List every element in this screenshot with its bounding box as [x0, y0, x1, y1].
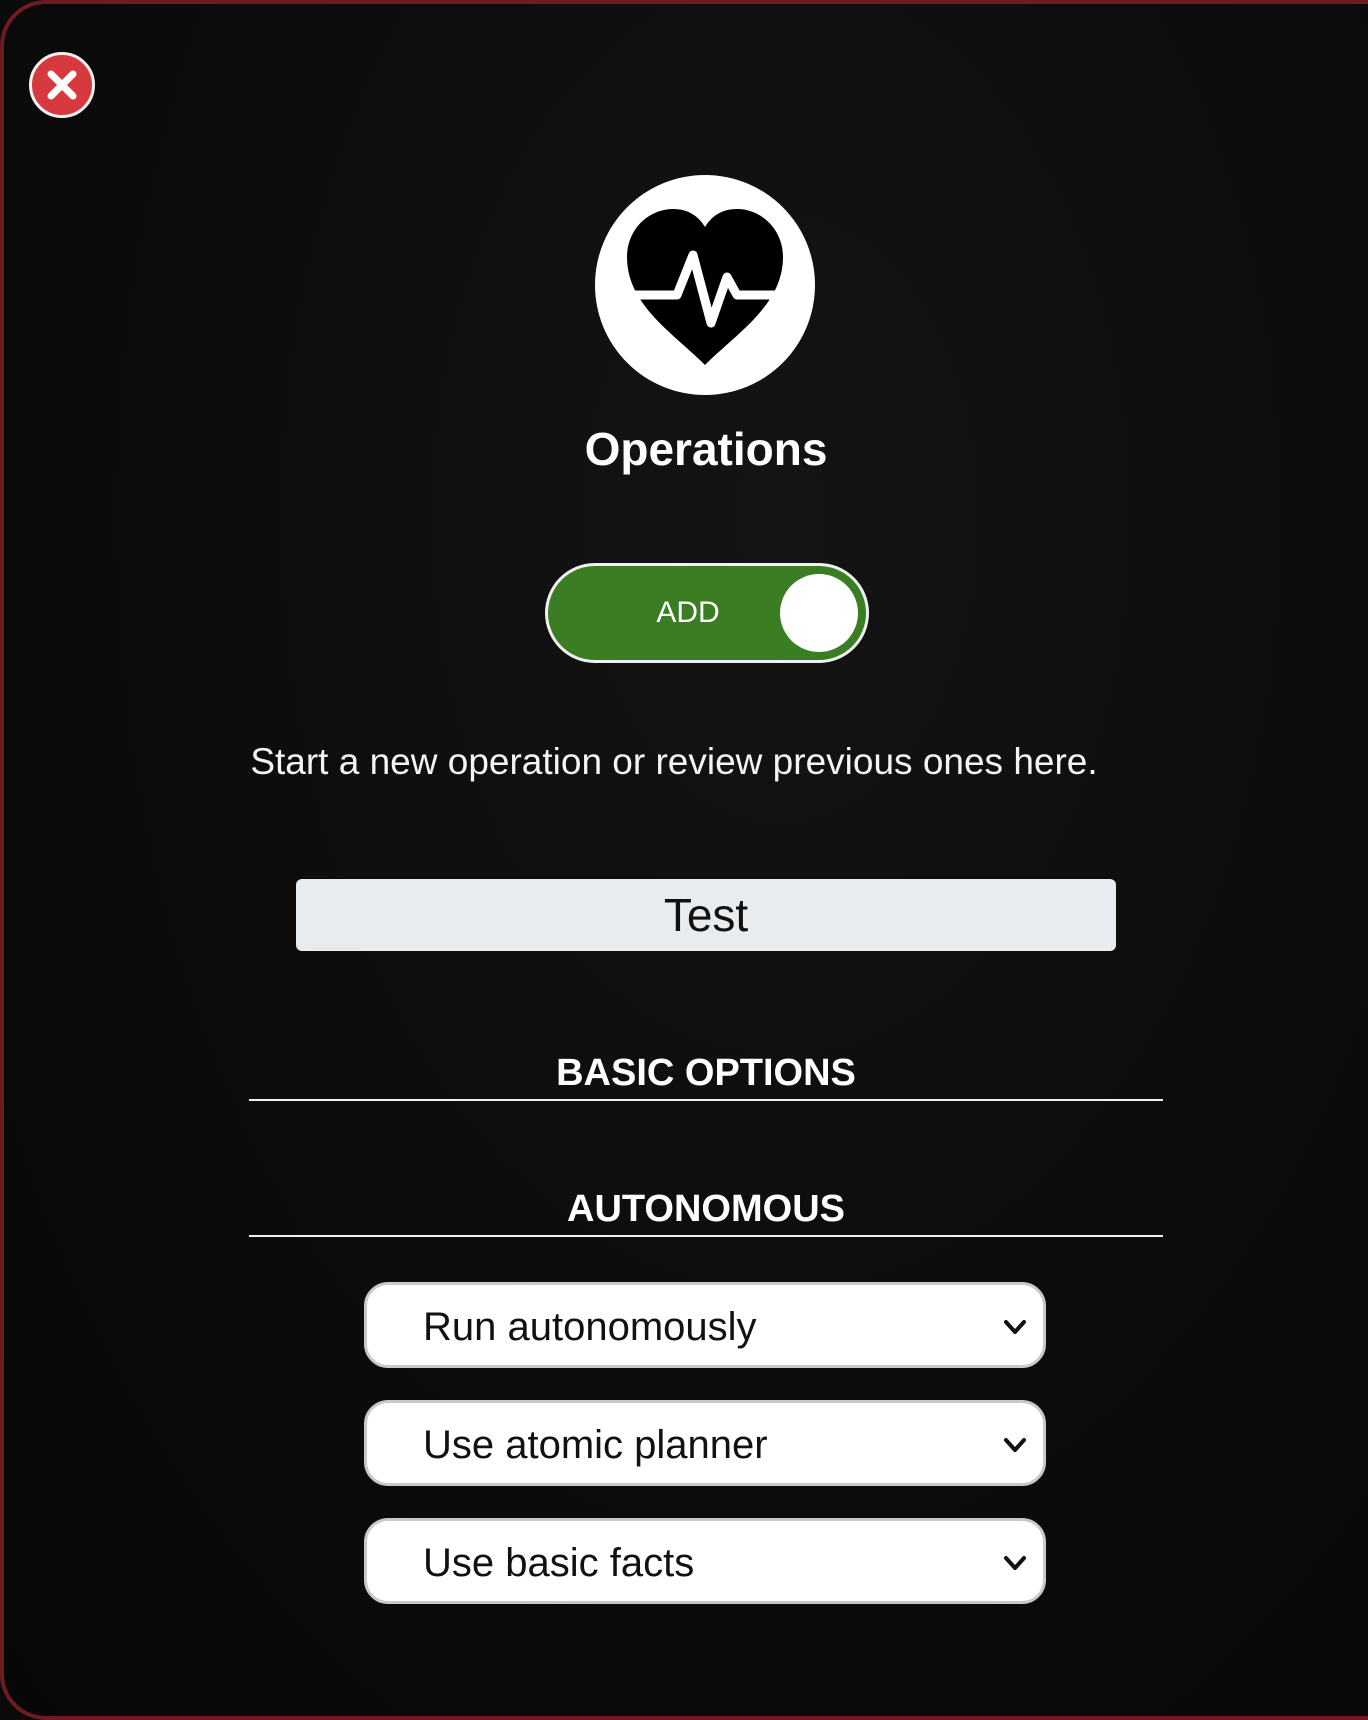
toggle-knob: [780, 574, 858, 652]
chevron-down-icon: [1004, 1320, 1026, 1334]
heartbeat-icon: [618, 209, 792, 365]
description-text: Start a new operation or review previous…: [250, 741, 1098, 782]
autonomous-mode-select[interactable]: Run autonomously: [364, 1282, 1046, 1368]
operations-modal: Operations ADD Start a new operation or …: [0, 0, 1368, 1720]
page-title: Operations: [584, 423, 828, 475]
operations-logo: [595, 175, 815, 395]
chevron-down-icon: [1004, 1438, 1026, 1452]
select-value: Run autonomously: [423, 1305, 757, 1349]
chevron-down-icon: [1004, 1556, 1026, 1570]
facts-select[interactable]: Use basic facts: [364, 1518, 1046, 1604]
select-value: Use atomic planner: [423, 1423, 768, 1467]
planner-select[interactable]: Use atomic planner: [364, 1400, 1046, 1486]
add-toggle[interactable]: ADD: [545, 563, 869, 663]
close-icon: [47, 70, 77, 100]
toggle-label: ADD: [656, 596, 720, 629]
autonomous-heading: AUTONOMOUS: [249, 1188, 1163, 1237]
basic-options-heading: BASIC OPTIONS: [249, 1052, 1163, 1101]
close-button[interactable]: [29, 52, 95, 118]
operation-name-input[interactable]: [296, 879, 1116, 951]
select-value: Use basic facts: [423, 1541, 695, 1585]
